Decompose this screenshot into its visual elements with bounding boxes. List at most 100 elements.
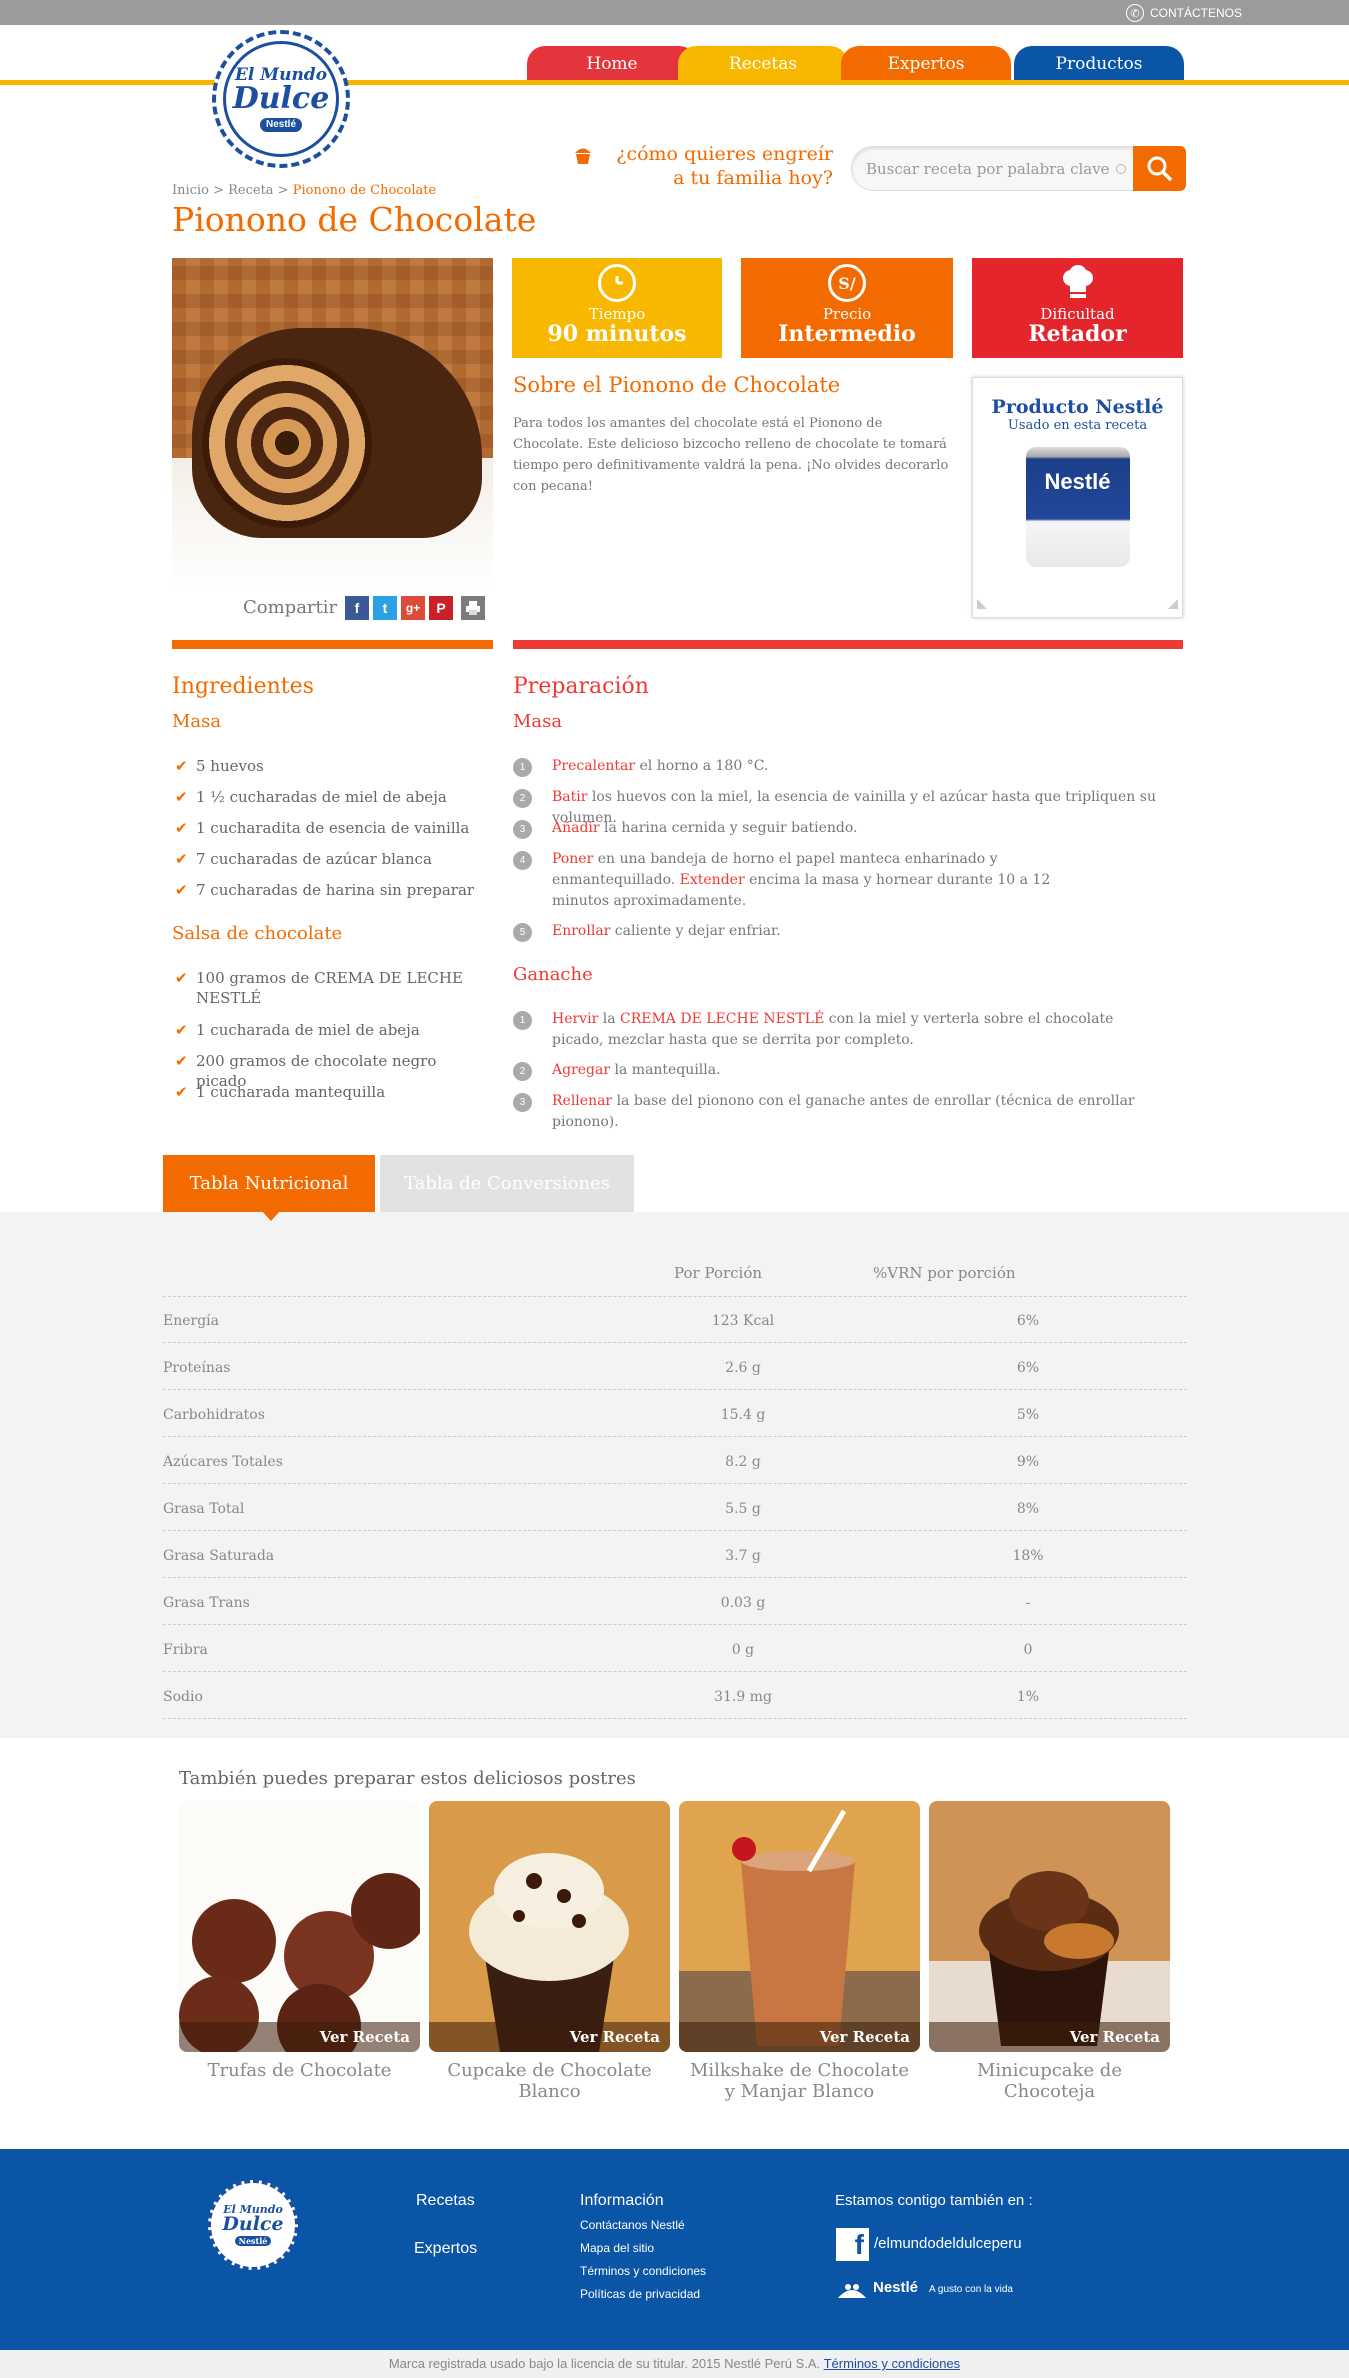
related-heading: También puedes preparar estos deliciosos…	[179, 1768, 636, 1789]
related-card-trufas[interactable]: Ver Receta	[179, 1801, 420, 2052]
nutrient-name: Proteínas	[163, 1360, 231, 1376]
ingredients-group-title: Masa	[172, 711, 222, 732]
info-price-value: Intermedio	[778, 321, 916, 347]
footer-link[interactable]: Mapa del sitio	[580, 2241, 654, 2255]
nav-productos-label: Productos	[1055, 53, 1143, 74]
nutrient-portion: 0.03 g	[720, 1595, 766, 1611]
tab-nutrition[interactable]: Tabla Nutricional	[163, 1155, 375, 1212]
check-icon: ✔	[175, 788, 188, 806]
footer-social-title: Estamos contigo también en :	[835, 2192, 1033, 2209]
pinterest-share-icon[interactable]: P	[429, 596, 453, 620]
ingredient-item: ✔ 5 huevos	[175, 757, 264, 775]
nav-home-label: Home	[586, 53, 638, 74]
breadcrumb-section[interactable]: Receta	[228, 183, 273, 198]
nutrient-vrn: 6%	[1016, 1360, 1040, 1376]
terms-link[interactable]: Términos y condiciones	[824, 2356, 961, 2371]
facebook-share-icon[interactable]: f	[345, 596, 369, 620]
share-label: Compartir	[243, 597, 338, 618]
nav-expertos-label: Expertos	[887, 53, 965, 74]
search-clear-icon	[1116, 164, 1126, 174]
footer-link[interactable]: Políticas de privacidad	[580, 2287, 700, 2301]
clock-icon	[598, 264, 636, 302]
preparation-step: 4 Poner en una bandeja de horno el papel …	[513, 849, 1093, 912]
view-recipe-label: Ver Receta	[679, 2022, 920, 2052]
preparation-step: 1 Hervir la CREMA DE LECHE NESTLÉ con la …	[513, 1009, 1153, 1051]
nutrition-row: Fribra 0 g 0	[163, 1625, 1187, 1672]
nutrition-row: Sodio 31.9 mg 1%	[163, 1672, 1187, 1719]
site-logo[interactable]: El Mundo Dulce Nestlé	[212, 30, 350, 168]
view-recipe-label: Ver Receta	[179, 2022, 420, 2052]
ingredient-item: ✔ 1 cucharada mantequilla	[175, 1083, 386, 1101]
corner-icon	[1168, 599, 1178, 609]
facebook-link[interactable]: /elmundodeldulceperu	[874, 2235, 1022, 2252]
footer-link[interactable]: Contáctanos Nestlé	[580, 2218, 685, 2232]
preparation-divider	[513, 640, 1183, 649]
breadcrumb-home[interactable]: Inicio	[172, 183, 209, 198]
info-price: S/ Precio Intermedio	[741, 258, 953, 358]
product-card[interactable]: Producto Nestlé Usado en esta receta Nes…	[972, 377, 1183, 618]
tab-conversions[interactable]: Tabla de Conversiones	[380, 1155, 634, 1212]
check-icon: ✔	[175, 881, 188, 899]
about-text: Para todos los amantes del chocolate est…	[513, 416, 949, 494]
product-can-label: Nestlé	[1044, 469, 1111, 494]
nutrient-name: Azúcares Totales	[163, 1454, 283, 1470]
footer-link-recetas[interactable]: Recetas	[416, 2192, 475, 2210]
nestle-logo: Nestlé	[873, 2279, 919, 2296]
check-icon: ✔	[175, 819, 188, 837]
related-image	[679, 1801, 920, 2052]
price-icon: S/	[828, 264, 866, 302]
footer	[0, 2149, 1349, 2350]
check-icon: ✔	[175, 1052, 188, 1070]
ingredient-item: ✔ 1 ½ cucharadas de miel de abeja	[175, 788, 447, 806]
ingredients-divider	[172, 640, 493, 649]
nutrient-portion: 8.2 g	[725, 1454, 761, 1470]
nutrient-name: Sodio	[163, 1689, 203, 1705]
nutrient-vrn: 1%	[1016, 1689, 1040, 1705]
google-plus-share-icon[interactable]: g+	[401, 596, 425, 620]
nav-recetas-label: Recetas	[728, 53, 798, 74]
nutrient-portion: 0 g	[731, 1642, 755, 1658]
preparation-heading: Preparación	[513, 674, 649, 699]
footer-info-title: Información	[580, 2192, 664, 2209]
search-icon	[1147, 156, 1172, 181]
print-icon[interactable]	[461, 596, 485, 620]
nutrient-vrn: -	[1025, 1595, 1031, 1611]
info-time: Tiempo 90 minutos	[512, 258, 722, 358]
view-recipe-label: Ver Receta	[429, 2022, 670, 2052]
footer-link[interactable]: Términos y condiciones	[580, 2264, 706, 2278]
facebook-icon[interactable]: f	[836, 2228, 869, 2261]
preparation-step: 1 Precalentar el horno a 180 °C.	[513, 756, 1183, 777]
nav-expertos[interactable]: Expertos	[841, 46, 1011, 81]
nutrition-row: Grasa Saturada 3.7 g 18%	[163, 1531, 1187, 1578]
related-title[interactable]: Milkshake de Chocolate y Manjar Blanco	[679, 2060, 920, 2102]
nav-productos[interactable]: Productos	[1014, 46, 1184, 81]
nutrition-row: Grasa Total 5.5 g 8%	[163, 1484, 1187, 1531]
nutrient-name: Grasa Trans	[163, 1595, 250, 1611]
related-card-minicupcake[interactable]: Ver Receta	[929, 1801, 1170, 2052]
corner-icon	[977, 599, 987, 609]
nav-home[interactable]: Home	[527, 46, 697, 81]
twitter-share-icon[interactable]: t	[373, 596, 397, 620]
info-difficulty: Dificultad Retador	[972, 258, 1183, 358]
nutrient-name: Carbohidratos	[163, 1407, 265, 1423]
related-title[interactable]: Minicupcake de Chocoteja	[929, 2060, 1170, 2102]
related-title[interactable]: Cupcake de Chocolate Blanco	[429, 2060, 670, 2102]
nav-recetas[interactable]: Recetas	[678, 46, 848, 81]
related-title[interactable]: Trufas de Chocolate	[179, 2060, 420, 2081]
logo-line2: Dulce	[232, 80, 330, 116]
nutrition-row: Grasa Trans 0.03 g -	[163, 1578, 1187, 1625]
related-card-milkshake[interactable]: Ver Receta	[679, 1801, 920, 2052]
search-button[interactable]	[1133, 146, 1186, 191]
related-card-cupcake[interactable]: Ver Receta	[429, 1801, 670, 2052]
footer-logo[interactable]: El Mundo Dulce Nestlé	[208, 2180, 298, 2270]
view-recipe-label: Ver Receta	[929, 2022, 1170, 2052]
info-time-label: Tiempo	[588, 305, 646, 323]
footer-link-expertos[interactable]: Expertos	[414, 2240, 477, 2258]
info-difficulty-value: Retador	[1028, 321, 1127, 347]
ingredients-heading: Ingredientes	[172, 674, 314, 699]
preparation-step: 3 Rellenar la base del pionono con el gan…	[513, 1091, 1183, 1133]
related-image	[429, 1801, 670, 2052]
contact-link[interactable]: ✆ CONTÁCTENOS	[1125, 4, 1242, 22]
search-input[interactable]: Buscar receta por palabra clave	[851, 146, 1137, 191]
product-image: Nestlé	[1025, 447, 1130, 567]
